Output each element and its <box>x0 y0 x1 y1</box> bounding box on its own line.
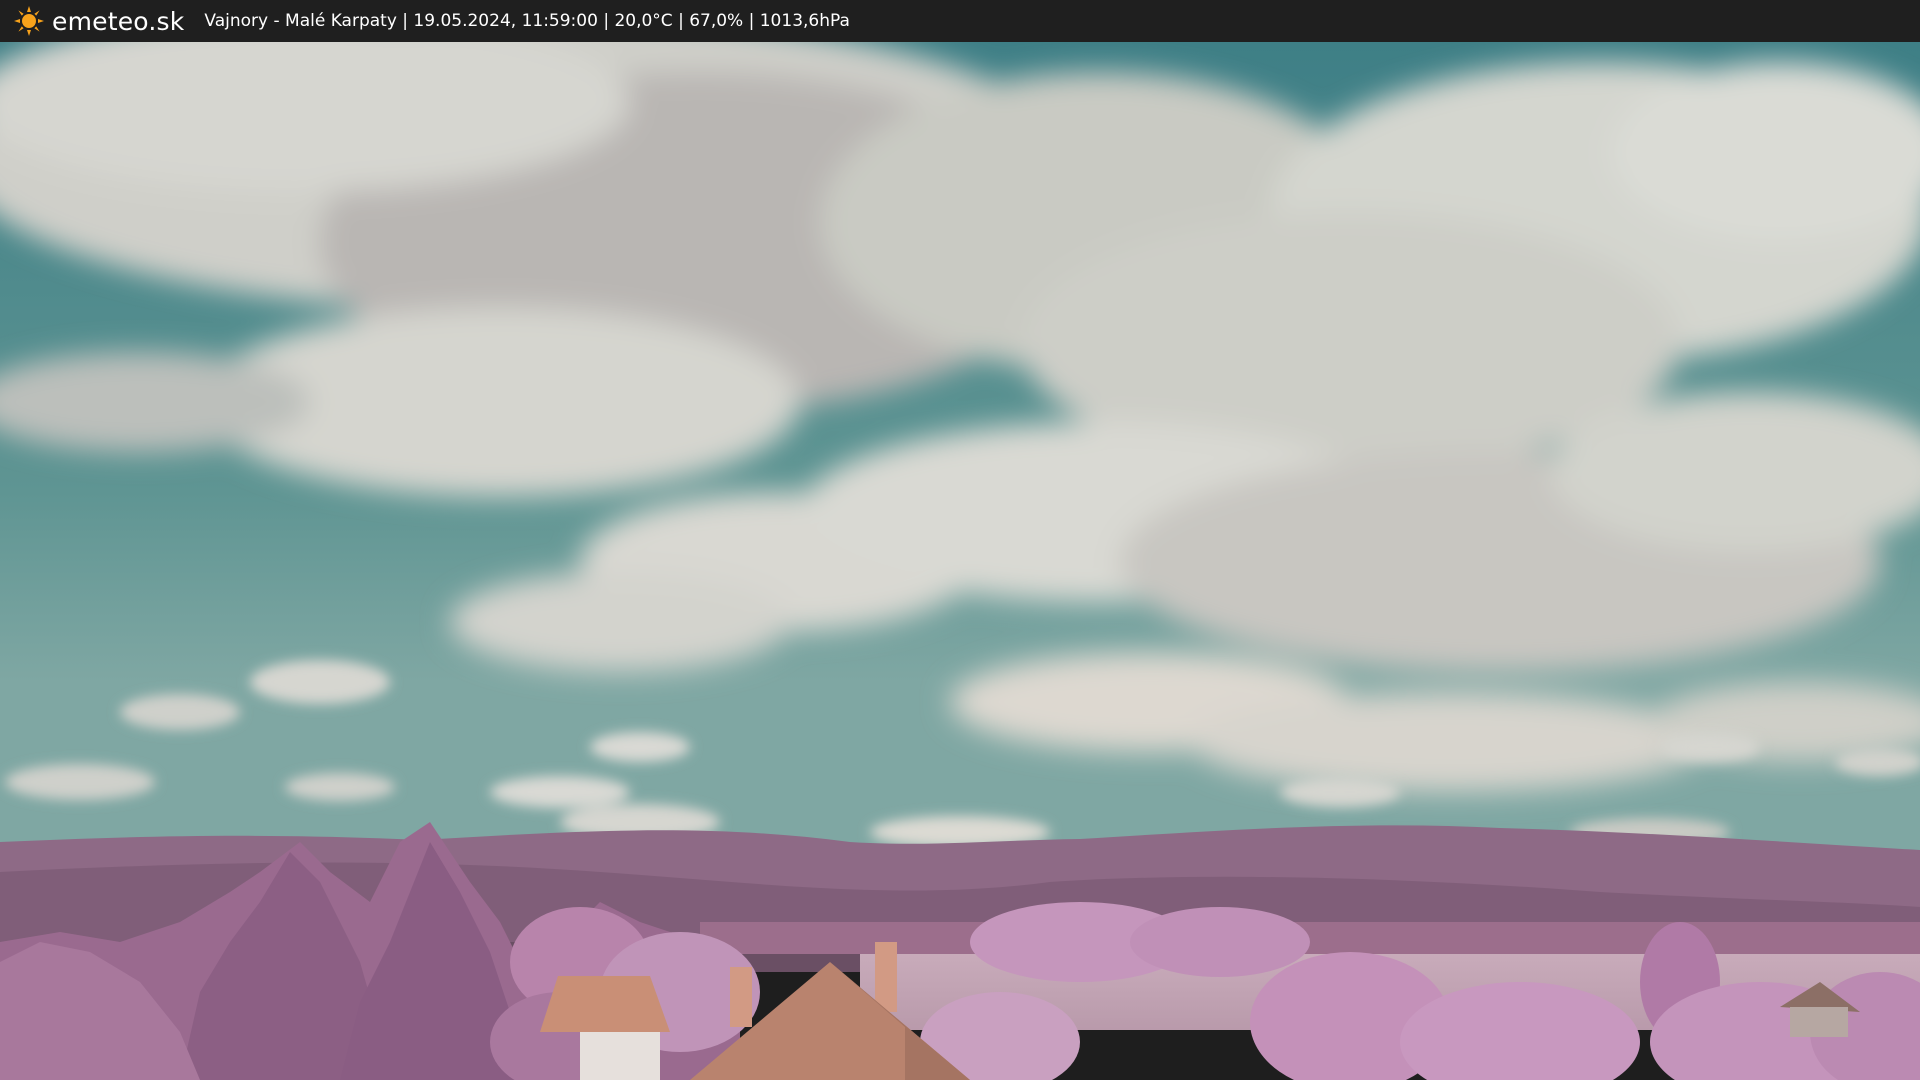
webcam-frame: emeteo.sk Vajnory - Malé Karpaty | 19.05… <box>0 0 1920 1080</box>
top-bar: emeteo.sk Vajnory - Malé Karpaty | 19.05… <box>0 0 1920 42</box>
sun-icon <box>14 6 44 36</box>
brand-logo[interactable]: emeteo.sk <box>14 6 184 36</box>
weather-caption: Vajnory - Malé Karpaty | 19.05.2024, 11:… <box>204 11 850 31</box>
webcam-image <box>0 42 1920 1080</box>
brand-name: emeteo.sk <box>52 6 185 36</box>
